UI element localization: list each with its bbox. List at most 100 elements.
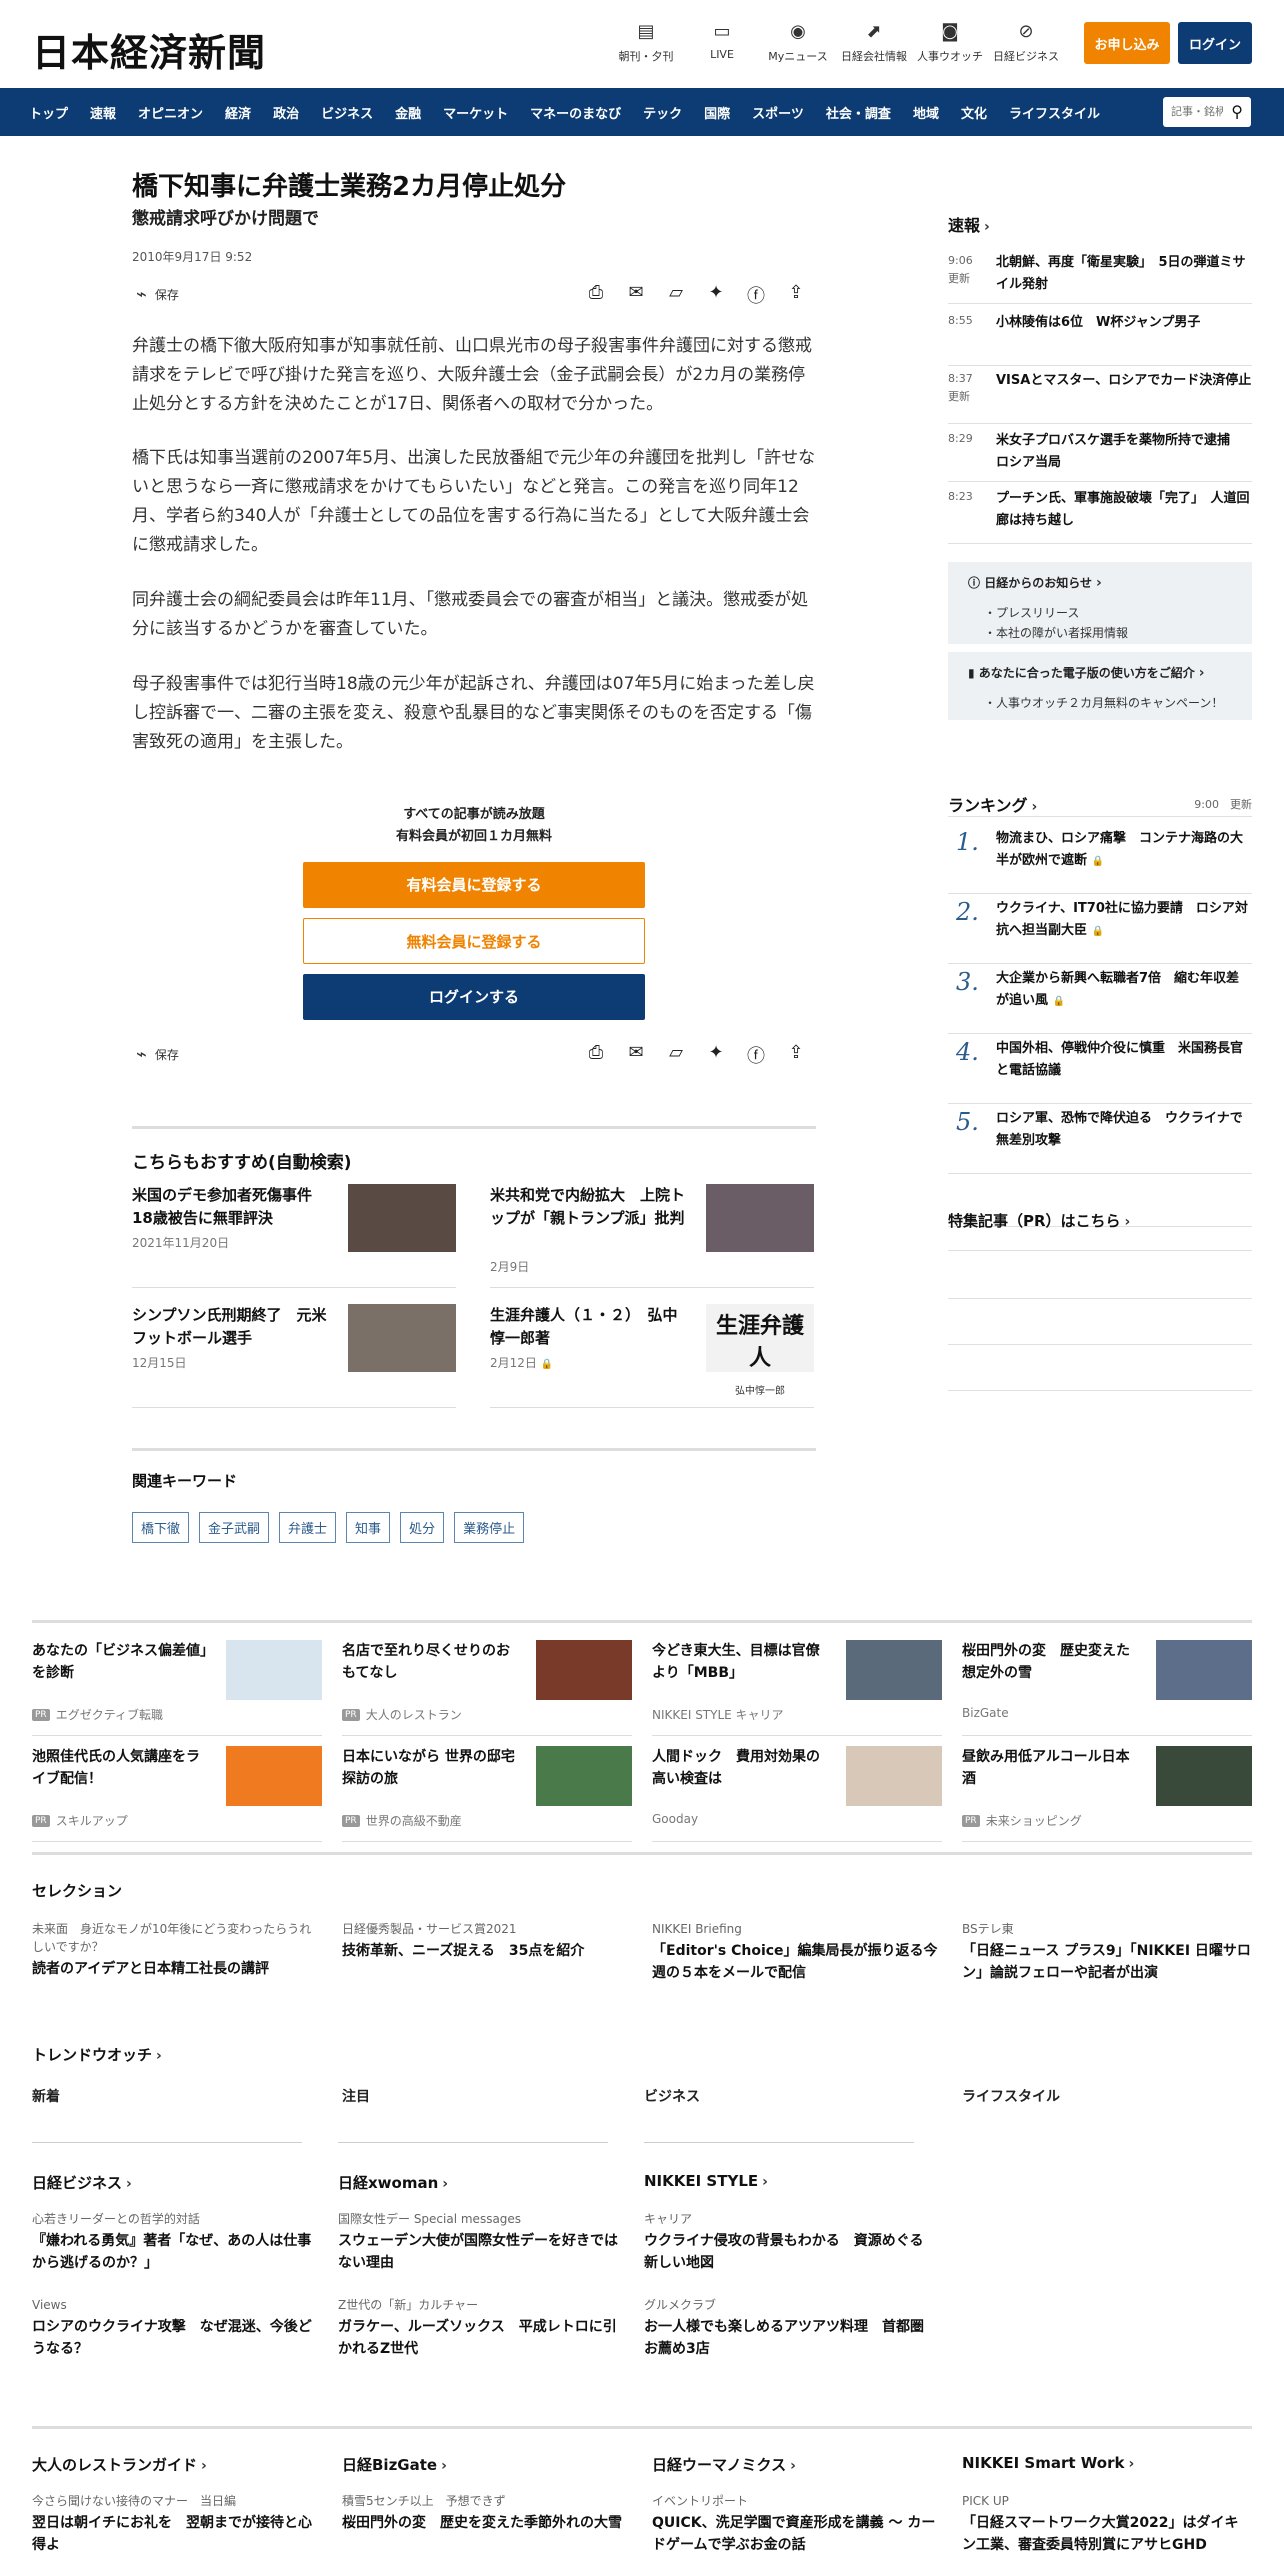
media-head[interactable]: NIKKEI STYLE › xyxy=(644,2172,768,2190)
flash-item[interactable]: 9:06 更新 北朝鮮、再度「衛星実験」 5日の弾道ミサイル発射 xyxy=(948,252,1252,304)
paywall-login-button[interactable]: ログインする xyxy=(303,974,645,1020)
trend-column-head[interactable]: ビジネス xyxy=(644,2086,934,2106)
media-item[interactable]: 積雪5センチ以上 予想できず 桜田門外の変 歴史を変えた季節外れの大雪 xyxy=(342,2492,632,2534)
keyword-tag[interactable]: 処分 xyxy=(400,1512,445,1543)
selection-item[interactable]: BSテレ東 「日経ニュース プラス9」「NIKKEI 日曜サロン」論説フェローや記… xyxy=(962,1920,1252,1984)
register-free-button[interactable]: 無料会員に登録する xyxy=(303,918,645,964)
media-head[interactable]: 日経xwoman › xyxy=(338,2172,448,2193)
media-item[interactable]: 心若きリーダーとの哲学的対話 『嫌われる勇気』著者「なぜ、あの人は仕事から逃げるの… xyxy=(32,2210,312,2274)
print-icon[interactable]: ⎙ xyxy=(576,282,616,308)
header-link-paper[interactable]: ▤ 朝刊・夕刊 xyxy=(608,20,684,64)
note-icon[interactable]: ▱ xyxy=(656,282,696,308)
facebook-icon[interactable]: ⓕ xyxy=(736,1042,776,1068)
trend-column-head[interactable]: ライフスタイル xyxy=(962,2086,1252,2106)
share-icon[interactable]: ⇪ xyxy=(776,1042,816,1068)
promo-item[interactable]: 名店で至れり尽くせりのおもてなし PR 大人のレストラン xyxy=(342,1640,632,1736)
selection-item[interactable]: 未来面 身近なモノが10年後にどう変わったらうれしいですか？ 読者のアイデアと日本… xyxy=(32,1920,322,1980)
nav-item[interactable]: 文化 xyxy=(950,103,998,122)
nikkei-logo[interactable]: 日本経済新聞 xyxy=(32,22,266,77)
nav-search-box[interactable]: ⚲ xyxy=(1163,97,1251,127)
selection-item[interactable]: 日経優秀製品・サービス賞2021 技術革新、ニーズ捉える 35点を紹介 xyxy=(342,1920,632,1962)
header-link-live[interactable]: ▭ LIVE xyxy=(684,20,760,64)
media-item[interactable]: イベントリポート QUICK、洗足学園で資産形成を講義 ～ カードゲームで学ぶお金… xyxy=(652,2492,942,2556)
nav-item[interactable]: 社会・調査 xyxy=(815,103,902,122)
flash-news-title[interactable]: 速報 › xyxy=(948,212,990,236)
nav-item[interactable]: 政治 xyxy=(262,103,310,122)
keyword-tag[interactable]: 業務停止 xyxy=(454,1512,525,1543)
flash-item[interactable]: 8:37 更新 VISAとマスター、ロシアでカード決済停止 xyxy=(948,370,1252,424)
save-button[interactable]: ⌁ 保存 xyxy=(136,1044,179,1065)
media-head[interactable]: 日経ウーマノミクス › xyxy=(652,2454,796,2475)
mail-icon[interactable]: ✉ xyxy=(616,282,656,308)
mail-icon[interactable]: ✉ xyxy=(616,1042,656,1068)
nav-item[interactable]: 金融 xyxy=(384,103,432,122)
recommend-item[interactable]: 米共和党で内紛拡大 上院トップが「親トランプ派」批判 2月9日 xyxy=(490,1184,814,1288)
header-link-business[interactable]: ⊘ 日経ビジネス xyxy=(988,20,1064,64)
facebook-icon[interactable]: ⓕ xyxy=(736,282,776,308)
nav-item[interactable]: 国際 xyxy=(693,103,741,122)
header-link-company[interactable]: ⬈ 日経会社情報 xyxy=(836,20,912,64)
print-icon[interactable]: ⎙ xyxy=(576,1042,616,1068)
ranking-item[interactable]: 5. ロシア軍、恐怖で降伏迫る ウクライナで無差別攻撃 xyxy=(948,1108,1252,1174)
recommend-item[interactable]: 米国のデモ参加者死傷事件18歳被告に無罪評決 2021年11月20日 xyxy=(132,1184,456,1288)
selection-item[interactable]: NIKKEI Briefing 「Editor's Choice」編集局長が振り返… xyxy=(652,1920,942,1984)
nav-item[interactable]: テック xyxy=(632,103,693,122)
search-input[interactable] xyxy=(1163,97,1223,127)
recommend-item[interactable]: シンプソン氏刑期終了 元米フットボール選手 12月15日 xyxy=(132,1304,456,1408)
media-item[interactable]: Views ロシアのウクライナ攻撃 なぜ混迷、今後どうなる？ xyxy=(32,2296,312,2360)
nav-item[interactable]: 速報 xyxy=(79,103,127,122)
ranking-item[interactable]: 4. 中国外相、停戦仲介役に慎重 米国務長官と電話協議 xyxy=(948,1038,1252,1104)
media-item[interactable]: Z世代の「新」カルチャー ガラケー、ルーズソックス 平成レトロに引かれるZ世代 xyxy=(338,2296,618,2360)
ebook-title[interactable]: ▮ あなたに合った電子版の使い方をご紹介 › xyxy=(968,664,1205,681)
pr-feature-link[interactable]: 特集記事（PR）はこちら › xyxy=(948,1210,1130,1231)
share-icon[interactable]: ⇪ xyxy=(776,282,816,308)
trend-column-head[interactable]: 新着 xyxy=(32,2086,322,2106)
nav-item[interactable]: マネーのまなび xyxy=(519,103,632,122)
media-head[interactable]: 大人のレストランガイド › xyxy=(32,2454,207,2475)
flash-item[interactable]: 8:29 米女子プロバスケ選手を薬物所持で逮捕 ロシア当局 xyxy=(948,430,1252,482)
promo-item[interactable]: 日本にいながら 世界の邸宅探訪の旅 PR 世界の高級不動産 xyxy=(342,1746,632,1842)
flash-item[interactable]: 8:55 小林陵侑は6位 W杯ジャンプ男子 xyxy=(948,312,1252,366)
twitter-icon[interactable]: ✦ xyxy=(696,282,736,308)
media-item[interactable]: 国際女性デー Special messages スウェーデン大使が国際女性デーを好… xyxy=(338,2210,618,2274)
media-item[interactable]: キャリア ウクライナ侵攻の背景もわかる 資源めぐる新しい地図 xyxy=(644,2210,924,2274)
login-button[interactable]: ログイン xyxy=(1178,22,1252,64)
save-button[interactable]: ⌁ 保存 xyxy=(136,284,179,305)
media-head[interactable]: NIKKEI Smart Work › xyxy=(962,2454,1134,2472)
media-item[interactable]: グルメクラブ お一人様でも楽しめるアツアツ料理 首都圏お薦め3店 xyxy=(644,2296,924,2360)
promo-item[interactable]: 今どき東大生、目標は官僚より「MBB」 NIKKEI STYLE キャリア xyxy=(652,1640,942,1736)
ranking-item[interactable]: 1. 物流まひ、ロシア痛撃 コンテナ海路の大半が欧州で遮断 🔒 xyxy=(948,828,1252,894)
apply-button[interactable]: お申し込み xyxy=(1084,22,1170,64)
promo-item[interactable]: 人間ドック 費用対効果の高い検査は Gooday xyxy=(652,1746,942,1842)
trend-title[interactable]: トレンドウオッチ › xyxy=(32,2044,162,2065)
header-link-mynews[interactable]: ◉ Myニュース xyxy=(760,20,836,64)
trend-column-head[interactable]: 注目 xyxy=(342,2086,632,2106)
nav-item[interactable]: 地域 xyxy=(902,103,950,122)
media-item[interactable]: 今さら聞けない接待のマナー 当日編 翌日は朝イチにお礼を 翌朝までが接待と心得よ xyxy=(32,2492,322,2556)
notice-item[interactable]: ・プレスリリース xyxy=(984,604,1079,621)
nav-item[interactable]: オピニオン xyxy=(127,103,214,122)
ranking-item[interactable]: 2. ウクライナ、IT70社に協力要請 ロシア対抗へ担当副大臣 🔒 xyxy=(948,898,1252,964)
ebook-item[interactable]: ・人事ウオッチ２カ月無料のキャンペーン！ xyxy=(984,694,1223,711)
header-link-jinji[interactable]: ◙ 人事ウオッチ xyxy=(912,20,988,64)
search-icon[interactable]: ⚲ xyxy=(1231,102,1243,121)
keyword-tag[interactable]: 橋下徹 xyxy=(132,1512,190,1543)
nav-item[interactable]: ビジネス xyxy=(310,103,384,122)
nav-item[interactable]: 経済 xyxy=(214,103,262,122)
register-paid-button[interactable]: 有料会員に登録する xyxy=(303,862,645,908)
twitter-icon[interactable]: ✦ xyxy=(696,1042,736,1068)
media-item[interactable]: PICK UP 「日経スマートワーク大賞2022」はダイキン工業、審査委員特別賞に… xyxy=(962,2492,1252,2556)
nav-item[interactable]: スポーツ xyxy=(741,103,815,122)
promo-item[interactable]: 池照佳代氏の人気講座をライブ配信！ PR スキルアップ xyxy=(32,1746,322,1842)
flash-item[interactable]: 8:23 プーチン氏、軍事施設破壊「完了」 人道回廊は持ち越し xyxy=(948,488,1252,544)
promo-item[interactable]: 昼飲み用低アルコール日本酒 PR 未来ショッピング xyxy=(962,1746,1252,1842)
media-head[interactable]: 日経ビジネス › xyxy=(32,2172,132,2193)
keyword-tag[interactable]: 知事 xyxy=(346,1512,391,1543)
nav-item[interactable]: ライフスタイル xyxy=(998,103,1111,122)
note-icon[interactable]: ▱ xyxy=(656,1042,696,1068)
promo-item[interactable]: あなたの「ビジネス偏差値」を診断 PR エグゼクティブ転職 xyxy=(32,1640,322,1736)
promo-item[interactable]: 桜田門外の変 歴史変えた想定外の雪 BizGate xyxy=(962,1640,1252,1736)
keyword-tag[interactable]: 金子武嗣 xyxy=(199,1512,270,1543)
notice-title[interactable]: ⓘ 日経からのお知らせ › xyxy=(968,574,1102,591)
media-head[interactable]: 日経BizGate › xyxy=(342,2454,447,2475)
